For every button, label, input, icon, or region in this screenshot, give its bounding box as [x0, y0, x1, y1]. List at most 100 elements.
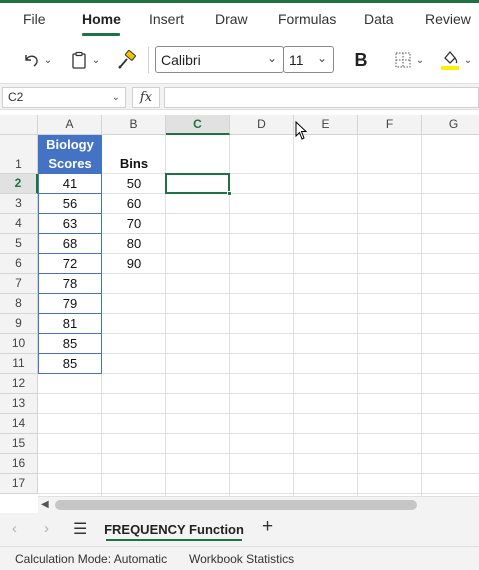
gridline-horizontal	[38, 333, 479, 334]
chevron-down-icon: ⌄	[111, 92, 120, 103]
score-cell[interactable]: 81	[38, 314, 102, 334]
font-size-select[interactable]: 11 ⌄	[283, 46, 334, 73]
tab-home[interactable]: Home	[82, 11, 121, 27]
tab-insert[interactable]: Insert	[149, 11, 184, 27]
tab-review[interactable]: Review	[425, 11, 471, 27]
tab-file[interactable]: File	[23, 11, 46, 27]
sheet-tab-frequency-function[interactable]: FREQUENCY Function	[96, 513, 252, 546]
workbook-statistics-button[interactable]: Workbook Statistics	[189, 547, 294, 570]
selected-cell-c2[interactable]	[165, 173, 230, 194]
bold-button[interactable]: B	[346, 46, 376, 74]
row-header-4[interactable]: 4	[0, 214, 38, 234]
sheet-tabs-bar: ‹ › ☰ FREQUENCY Function +	[0, 513, 479, 546]
header-line-1: Biology	[46, 137, 94, 152]
row-header-12[interactable]: 12	[0, 374, 38, 394]
score-cell[interactable]: 68	[38, 234, 102, 254]
row-header-10[interactable]: 10	[0, 334, 38, 354]
row-header-13[interactable]: 13	[0, 394, 38, 414]
format-painter-button[interactable]	[114, 46, 140, 74]
row-header-8[interactable]: 8	[0, 294, 38, 314]
row-header-3[interactable]: 3	[0, 194, 38, 214]
chevron-down-icon: ⌄	[415, 54, 425, 66]
score-cell[interactable]: 72	[38, 254, 102, 274]
formula-input[interactable]	[164, 87, 479, 108]
insert-function-button[interactable]: fx	[132, 87, 160, 108]
gridline-horizontal	[38, 373, 479, 374]
row-header-5[interactable]: 5	[0, 234, 38, 254]
fill-color-button[interactable]: ⌄	[436, 46, 476, 74]
tab-home-underline	[82, 33, 120, 36]
row-header-14[interactable]: 14	[0, 414, 38, 434]
next-sheet-icon[interactable]: ›	[44, 520, 49, 537]
select-all-corner[interactable]	[0, 115, 38, 135]
header-line-2: Scores	[48, 156, 92, 171]
score-cell[interactable]: 78	[38, 274, 102, 294]
add-sheet-button[interactable]: +	[262, 516, 273, 538]
column-header-a[interactable]: A	[38, 115, 102, 135]
score-cell[interactable]: 63	[38, 214, 102, 234]
score-cell[interactable]: 79	[38, 294, 102, 314]
cell-a1-header[interactable]: Biology Scores	[38, 135, 102, 174]
column-header-c[interactable]: C	[166, 115, 230, 135]
tab-data[interactable]: Data	[364, 11, 394, 27]
gridline-horizontal	[38, 393, 479, 394]
gridline-horizontal	[38, 413, 479, 414]
font-name-select[interactable]: Calibri ⌄	[155, 46, 284, 73]
bin-cell[interactable]: 80	[102, 234, 166, 254]
row-header-1[interactable]: 1	[0, 135, 38, 174]
paste-button[interactable]: ⌄	[66, 46, 104, 74]
column-header-f[interactable]: F	[358, 115, 422, 135]
fill-handle[interactable]	[227, 191, 232, 196]
bin-cell[interactable]: 90	[102, 254, 166, 274]
cell-b1-header[interactable]: Bins	[102, 154, 166, 174]
status-bar: Calculation Mode: Automatic Workbook Sta…	[0, 546, 479, 570]
scroll-left-icon[interactable]: ◀	[41, 499, 49, 510]
row-header-6[interactable]: 6	[0, 254, 38, 274]
row-header-9[interactable]: 9	[0, 314, 38, 334]
toolbar-separator	[148, 47, 149, 73]
undo-button[interactable]: ⌄	[18, 46, 56, 74]
mouse-cursor-icon	[295, 121, 308, 140]
tab-formulas[interactable]: Formulas	[278, 11, 336, 27]
score-cell[interactable]: 85	[38, 334, 102, 354]
font-name-value: Calibri	[161, 51, 201, 68]
bin-cell[interactable]: 60	[102, 194, 166, 214]
sheet-tab-label: FREQUENCY Function	[104, 522, 244, 537]
score-cell[interactable]: 41	[38, 174, 102, 194]
row-header-7[interactable]: 7	[0, 274, 38, 294]
row-header-11[interactable]: 11	[0, 354, 38, 374]
format-painter-icon	[118, 50, 136, 69]
sheet-tab-underline	[106, 539, 242, 541]
scrollbar-thumb[interactable]	[55, 500, 417, 510]
column-header-d[interactable]: D	[230, 115, 294, 135]
column-header-b[interactable]: B	[102, 115, 166, 135]
tab-draw[interactable]: Draw	[215, 11, 248, 27]
column-header-g[interactable]: G	[422, 115, 479, 135]
prev-sheet-icon[interactable]: ‹	[12, 520, 17, 537]
chevron-down-icon: ⌄	[266, 51, 277, 65]
calculation-mode-status[interactable]: Calculation Mode: Automatic	[15, 547, 167, 570]
row-header-15[interactable]: 15	[0, 434, 38, 454]
worksheet-grid[interactable]: A B C D E F G 1 2 3 4 5 6 7 8 9 10 11 12 13 14 15 16 17 Biology S…	[0, 115, 479, 496]
gridline-horizontal	[38, 493, 479, 494]
bin-cell[interactable]: 50	[102, 174, 166, 194]
gridline-vertical	[421, 135, 422, 496]
chevron-down-icon: ⌄	[43, 54, 53, 66]
bin-cell[interactable]: 70	[102, 214, 166, 234]
horizontal-scrollbar[interactable]: ◀	[38, 496, 479, 513]
score-cell[interactable]: 56	[38, 194, 102, 214]
row-header-17[interactable]: 17	[0, 474, 38, 494]
all-sheets-menu-icon[interactable]: ☰	[73, 519, 87, 539]
gridline-vertical	[293, 135, 294, 496]
row-header-16[interactable]: 16	[0, 454, 38, 474]
gridline-vertical	[357, 135, 358, 496]
gridline-horizontal	[38, 473, 479, 474]
chevron-down-icon: ⌄	[463, 54, 473, 66]
name-box[interactable]: C2 ⌄	[2, 87, 126, 108]
borders-icon	[395, 52, 411, 68]
borders-button[interactable]: ⌄	[390, 46, 428, 74]
chevron-down-icon: ⌄	[91, 54, 101, 66]
row-header-2[interactable]: 2	[0, 174, 38, 194]
fill-color-icon	[440, 50, 459, 70]
score-cell[interactable]: 85	[38, 354, 102, 374]
